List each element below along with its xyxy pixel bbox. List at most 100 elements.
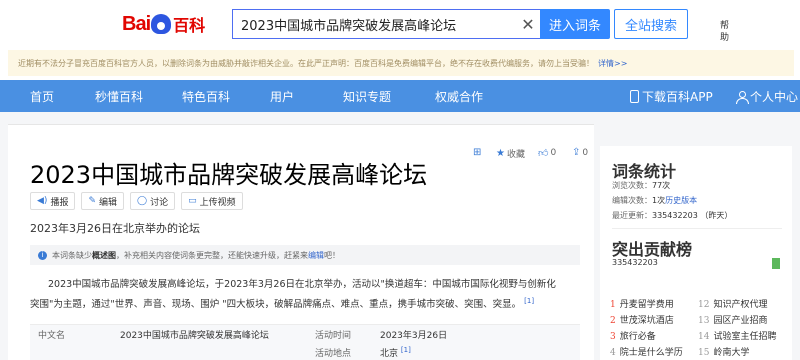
- collect-label: 收藏: [506, 150, 525, 160]
- broadcast-label: 播报: [50, 197, 69, 208]
- download-app-label: 下载百科APP: [642, 90, 713, 104]
- list-item[interactable]: 13 园区产业招商: [698, 313, 767, 326]
- broadcast-button[interactable]: ◀) 播报: [30, 192, 76, 210]
- list-item[interactable]: 3 旅行必备: [610, 329, 656, 342]
- contrib-user[interactable]: 335432203: [612, 258, 658, 267]
- search-all-button[interactable]: 全站搜索: [614, 9, 688, 39]
- share-button[interactable]: ⇪ 0: [572, 147, 588, 158]
- upload-video-button[interactable]: ▭ 上传视频: [181, 192, 243, 210]
- thumb-up-icon: 👍︎: [538, 148, 549, 159]
- download-app-link[interactable]: 下载百科APP: [630, 88, 713, 105]
- collect-button[interactable]: ★ 收藏: [496, 147, 525, 160]
- infobox-key: 活动时间: [315, 331, 352, 341]
- rank: 3: [610, 332, 616, 342]
- updated-label: 最近更新：: [612, 211, 652, 220]
- speaker-icon: ◀): [37, 196, 48, 206]
- divider: [612, 228, 782, 229]
- discuss-button[interactable]: ◯ 讨论: [130, 192, 176, 210]
- bookmark-icon: [772, 258, 780, 269]
- rank: 12: [698, 300, 710, 310]
- nav-item-user[interactable]: 用户: [270, 88, 294, 105]
- search-query[interactable]: 2023中国城市品牌突破发展高峰论坛: [233, 15, 516, 34]
- reference-link[interactable]: [1]: [524, 297, 534, 305]
- baidu-baike-logo[interactable]: Bai 百科: [122, 12, 205, 36]
- nav-item-miaodong[interactable]: 秒懂百科: [95, 88, 143, 105]
- history-link[interactable]: 历史版本: [665, 196, 697, 205]
- infobox-value-text: 北京: [380, 349, 399, 359]
- item-text: 世茂深坑酒店: [619, 316, 674, 326]
- list-item[interactable]: 4 院士是什么学历: [610, 345, 683, 358]
- nav-item-topics[interactable]: 知识专题: [343, 88, 391, 105]
- entry-actions: ◀) 播报 ✎ 编辑 ◯ 讨论 ▭ 上传视频: [30, 192, 243, 210]
- tip-prefix: 本词条缺少: [52, 250, 92, 260]
- list-item[interactable]: 14 试验室主任招聘: [698, 329, 776, 342]
- edit-label: 编辑: [99, 197, 118, 208]
- add-icon[interactable]: ⊞: [473, 147, 483, 158]
- nav-item-featured[interactable]: 特色百科: [182, 88, 230, 105]
- tip-edit-link[interactable]: 编辑: [308, 250, 324, 261]
- phone-icon: [630, 90, 639, 103]
- updated-value: 335432203 （昨天）: [652, 211, 733, 220]
- entry-subtitle: 2023年3月26日在北京举办的论坛: [30, 222, 200, 235]
- list-item[interactable]: 12 知识产权代理: [698, 297, 767, 310]
- video-icon: ▭: [188, 196, 197, 206]
- person-icon: [736, 90, 749, 104]
- views-label: 浏览次数：: [612, 181, 652, 190]
- share-count: 0: [582, 147, 589, 158]
- upload-video-label: 上传视频: [199, 197, 236, 208]
- list-item[interactable]: 1 丹麦留学费用: [610, 297, 674, 310]
- list-item[interactable]: 2 世茂深坑酒店: [610, 313, 674, 326]
- help-link[interactable]: 帮助: [720, 20, 732, 44]
- chat-icon: ◯: [137, 196, 148, 206]
- clear-icon[interactable]: ✕: [516, 15, 540, 34]
- nav-item-partners[interactable]: 权威合作: [435, 88, 483, 105]
- summary-text: 2023中国城市品牌突破发展高峰论坛，于2023年3月26日在北京举办，活动以"…: [30, 279, 556, 311]
- rank: 2: [610, 316, 616, 326]
- page-title: 2023中国城市品牌突破发展高峰论坛: [30, 161, 428, 189]
- edits-stat: 编辑次数：1次历史版本: [612, 195, 697, 206]
- edit-button[interactable]: ✎ 编辑: [81, 192, 125, 210]
- rank: 15: [698, 348, 710, 358]
- edits-value: 1次: [652, 196, 666, 205]
- edits-label: 编辑次数：: [612, 196, 652, 205]
- rank: 4: [610, 348, 616, 358]
- infobox-row: 中文名 2023中国城市品牌突破发展高峰论坛 活动时间 2023年3月26日: [30, 325, 580, 343]
- nav-item-home[interactable]: 首页: [30, 88, 54, 105]
- views-stat: 浏览次数：77次: [612, 180, 670, 191]
- item-text: 院士是什么学历: [619, 348, 683, 358]
- tip-middle: ，补充相关内容使词条更完整，还能快速升级，赶紧来: [116, 250, 308, 260]
- logo-text-baike: 百科: [173, 16, 206, 35]
- views-value: 77次: [652, 181, 671, 190]
- infobox-value: 2023中国城市品牌突破发展高峰论坛: [120, 331, 269, 341]
- item-text: 岭南大学: [713, 348, 750, 358]
- star-icon: ★: [496, 148, 505, 159]
- logo-text-bai: Bai: [122, 12, 151, 35]
- info-icon: i: [38, 250, 47, 260]
- notice-more-link[interactable]: 详情>>: [598, 58, 627, 69]
- item-text: 知识产权代理: [713, 300, 768, 310]
- rank: 1: [610, 300, 616, 310]
- missing-image-tip: i 本词条缺少 概述图 ，补充相关内容使词条更完整，还能快速升级，赶紧来 编辑 …: [30, 245, 580, 265]
- search-input[interactable]: 2023中国城市品牌突破发展高峰论坛 ✕: [232, 9, 540, 39]
- contrib-title: 突出贡献榜: [612, 240, 693, 259]
- infobox: 中文名 2023中国城市品牌突破发展高峰论坛 活动时间 2023年3月26日 活…: [30, 324, 580, 360]
- notice-text: 近期有不法分子冒充百度百科官方人员，以删除词条为由威胁并敲诈相关企业。在此严正声…: [18, 58, 594, 68]
- personal-center-link[interactable]: 个人中心: [736, 88, 798, 105]
- item-text: 丹麦留学费用: [619, 300, 674, 310]
- paw-icon: [151, 14, 172, 34]
- item-text: 旅行必备: [619, 332, 656, 342]
- infobox-key: 中文名: [38, 331, 66, 341]
- warning-notice: 近期有不法分子冒充百度百科官方人员，以删除词条为由威胁并敲诈相关企业。在此严正声…: [8, 50, 794, 76]
- like-button[interactable]: 👍︎ 0: [538, 147, 556, 159]
- list-item[interactable]: 15 岭南大学: [698, 345, 749, 358]
- reference-link[interactable]: [1]: [401, 346, 411, 354]
- item-text: 试验室主任招聘: [713, 332, 777, 342]
- infobox-value: 北京 [1]: [380, 346, 411, 359]
- enter-entry-button[interactable]: 进入词条: [540, 9, 610, 39]
- updated-stat: 最近更新：335432203 （昨天）: [612, 210, 732, 221]
- rank: 14: [698, 332, 710, 342]
- personal-center-label: 个人中心: [750, 90, 799, 104]
- infobox-value: 2023年3月26日: [380, 331, 448, 341]
- item-text: 园区产业招商: [713, 316, 768, 326]
- rank: 13: [698, 316, 710, 326]
